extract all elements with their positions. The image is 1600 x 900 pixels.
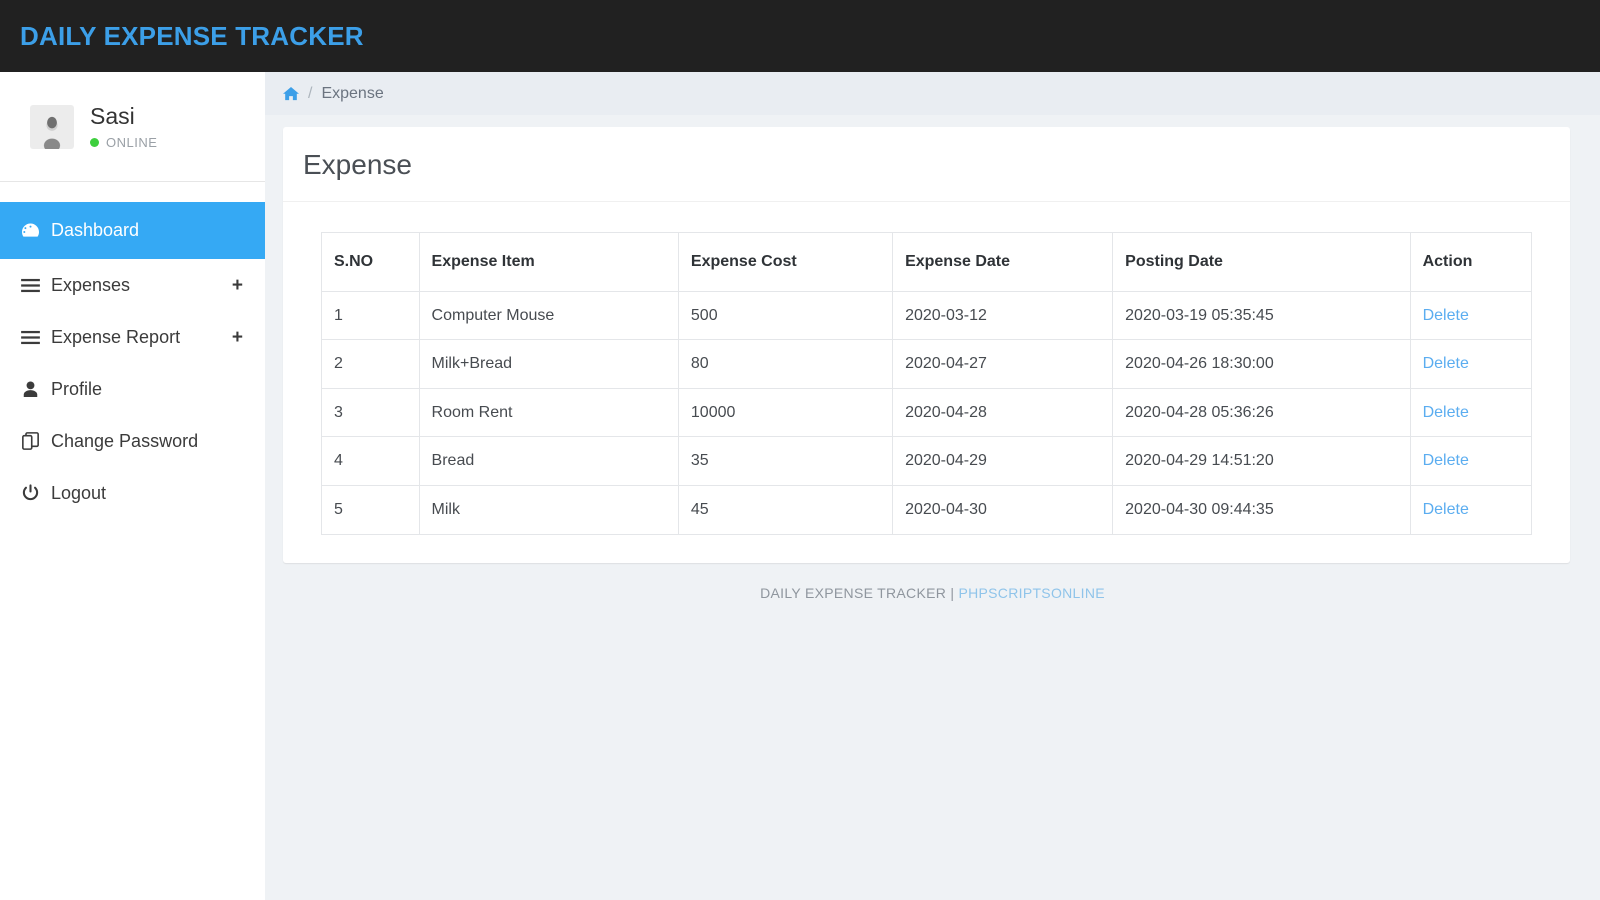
sidebar-item-logout[interactable]: Logout (0, 467, 265, 519)
cell-posting-date: 2020-03-19 05:35:45 (1112, 290, 1411, 341)
cell-expense-date: 2020-04-27 (892, 339, 1114, 389)
sidebar-item-expense-report[interactable]: Expense Report + (0, 311, 265, 363)
column-header-expense-cost: Expense Cost (677, 232, 894, 292)
table-header-row: S.NO Expense Item Expense Cost Expense D… (321, 232, 1533, 292)
sidebar-nav: Dashboard Expenses + Expense Report + Pr… (0, 182, 265, 519)
online-status-dot (90, 137, 99, 147)
cell-posting-date: 2020-04-29 14:51:20 (1112, 436, 1411, 486)
cell-expense-cost: 45 (677, 484, 894, 535)
home-icon[interactable] (283, 86, 299, 101)
expense-card: Expense S.NO Expense Item Expense Cost E… (283, 127, 1570, 563)
cell-expense-cost: 10000 (677, 387, 894, 438)
delete-button[interactable]: Delete (1423, 404, 1469, 421)
cell-expense-item: Room Rent (418, 387, 679, 438)
cell-action: Delete (1409, 339, 1533, 389)
avatar (30, 104, 74, 149)
cell-action: Delete (1409, 484, 1533, 535)
expense-table-wrapper: S.NO Expense Item Expense Cost Expense D… (283, 202, 1570, 535)
bars-icon (18, 327, 42, 347)
cell-sno: 4 (321, 436, 420, 486)
bars-icon (18, 275, 42, 295)
column-header-sno: S.NO (321, 232, 420, 292)
cell-action: Delete (1409, 436, 1533, 486)
sidebar-item-label: Logout (51, 482, 107, 503)
delete-button[interactable]: Delete (1423, 355, 1469, 372)
table-row: 4 Bread 35 2020-04-29 2020-04-29 14:51:2… (321, 436, 1533, 486)
table-row: 2 Milk+Bread 80 2020-04-27 2020-04-26 18… (321, 339, 1533, 389)
cell-action: Delete (1409, 387, 1533, 438)
top-header-bar: DAILY EXPENSE TRACKER (0, 0, 1600, 72)
cell-sno: 2 (321, 339, 420, 389)
breadcrumb-separator: / (308, 84, 313, 102)
footer: DAILY EXPENSE TRACKER | PHPSCRIPTSONLINE (265, 585, 1600, 601)
sidebar-item-label: Expense Report (51, 326, 181, 347)
cell-sno: 5 (321, 484, 420, 535)
cell-expense-item: Milk (418, 484, 679, 535)
cell-expense-date: 2020-04-30 (892, 484, 1114, 535)
plus-icon[interactable]: + (232, 276, 243, 295)
cell-posting-date: 2020-04-28 05:36:26 (1112, 387, 1411, 438)
sidebar-item-dashboard[interactable]: Dashboard (0, 202, 265, 259)
page-title: Expense (303, 149, 412, 180)
cell-expense-cost: 80 (677, 339, 894, 389)
sidebar-item-label: Dashboard (51, 220, 140, 240)
app-brand-title: DAILY EXPENSE TRACKER (20, 20, 364, 51)
cell-expense-item: Milk+Bread (418, 339, 679, 389)
card-header: Expense (283, 127, 1570, 202)
cell-expense-item: Computer Mouse (418, 290, 679, 341)
cell-posting-date: 2020-04-30 09:44:35 (1112, 484, 1411, 535)
cell-sno: 3 (321, 387, 420, 438)
delete-button[interactable]: Delete (1423, 307, 1469, 324)
cell-sno: 1 (321, 290, 420, 341)
breadcrumb-current[interactable]: Expense (321, 85, 383, 103)
cell-expense-date: 2020-03-12 (892, 290, 1114, 341)
table-body: 1 Computer Mouse 500 2020-03-12 2020-03-… (321, 290, 1533, 535)
user-status-label: ONLINE (106, 134, 158, 150)
sidebar-item-label: Profile (51, 378, 103, 399)
footer-link[interactable]: PHPSCRIPTSONLINE (958, 585, 1104, 601)
cell-posting-date: 2020-04-26 18:30:00 (1112, 339, 1411, 389)
user-panel[interactable]: Sasi ONLINE (0, 72, 265, 182)
sidebar: Sasi ONLINE Dashboard Expenses + Expense… (0, 72, 265, 900)
breadcrumb: / Expense (265, 72, 1600, 115)
cell-expense-date: 2020-04-29 (892, 436, 1114, 486)
user-status: ONLINE (90, 135, 157, 150)
plus-icon[interactable]: + (232, 328, 243, 347)
table-row: 1 Computer Mouse 500 2020-03-12 2020-03-… (321, 290, 1533, 341)
sidebar-item-change-password[interactable]: Change Password (0, 415, 265, 467)
expense-table: S.NO Expense Item Expense Cost Expense D… (321, 232, 1533, 535)
copy-icon (18, 431, 42, 451)
footer-text: DAILY EXPENSE TRACKER | (760, 584, 959, 601)
sidebar-item-label: Expenses (51, 274, 131, 295)
cell-action: Delete (1409, 290, 1533, 341)
table-row: 5 Milk 45 2020-04-30 2020-04-30 09:44:35… (321, 484, 1533, 535)
column-header-action: Action (1409, 232, 1533, 292)
content-area: / Expense Expense S.NO Expense Item Expe… (265, 72, 1600, 900)
user-meta: Sasi ONLINE (90, 103, 157, 150)
table-head: S.NO Expense Item Expense Cost Expense D… (321, 232, 1533, 292)
column-header-posting-date: Posting Date (1112, 232, 1411, 292)
cell-expense-cost: 35 (677, 436, 894, 486)
table-row: 3 Room Rent 10000 2020-04-28 2020-04-28 … (321, 387, 1533, 438)
power-off-icon (18, 483, 42, 503)
delete-button[interactable]: Delete (1423, 501, 1469, 518)
sidebar-item-profile[interactable]: Profile (0, 363, 265, 415)
column-header-expense-date: Expense Date (892, 232, 1114, 292)
cell-expense-item: Bread (418, 436, 679, 486)
delete-button[interactable]: Delete (1423, 452, 1469, 469)
cell-expense-date: 2020-04-28 (892, 387, 1114, 438)
cell-expense-cost: 500 (677, 290, 894, 341)
sidebar-item-label: Change Password (51, 430, 199, 451)
tachometer-icon (18, 221, 42, 241)
sidebar-item-expenses[interactable]: Expenses + (0, 259, 265, 311)
column-header-expense-item: Expense Item (418, 232, 679, 292)
user-name: Sasi (90, 103, 135, 130)
user-icon (18, 379, 42, 399)
